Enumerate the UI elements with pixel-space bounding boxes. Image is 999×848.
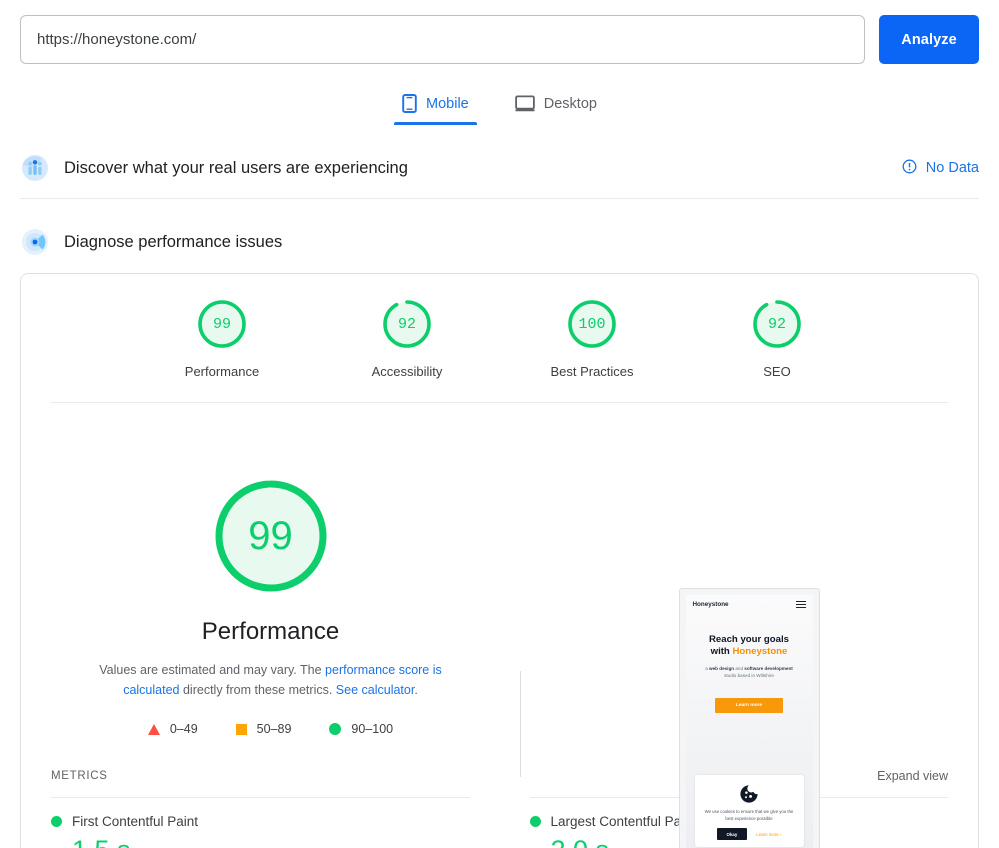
no-data-label: No Data xyxy=(925,160,979,176)
diagnose-icon xyxy=(20,227,50,257)
performance-heading: Performance xyxy=(201,618,340,645)
expand-view-toggle[interactable]: Expand view xyxy=(877,769,948,783)
thumb-cookie-accept: Okay xyxy=(716,828,748,840)
legend-range-good: 90–100 xyxy=(351,722,394,736)
metrics-grid: First Contentful Paint 1.5 s Largest Con… xyxy=(21,797,978,848)
results-card: 99 Performance 92 Accessibility 100 Best… xyxy=(20,273,979,848)
lab-data-section-header: Diagnose performance issues xyxy=(20,220,979,264)
see-calculator-link[interactable]: See calculator. xyxy=(336,683,418,697)
square-icon xyxy=(235,723,247,735)
screenshot-panel: Honeystone Reach your goals with Honeyst… xyxy=(520,403,978,848)
circle-icon xyxy=(329,723,342,735)
score-performance-value: 99 xyxy=(212,315,231,333)
hamburger-menu-icon xyxy=(795,601,806,609)
tab-mobile-label: Mobile xyxy=(426,95,469,112)
metric-name-fcp: First Contentful Paint xyxy=(72,814,199,829)
performance-summary: 99 Performance Values are estimated and … xyxy=(21,403,520,763)
no-data-status[interactable]: No Data xyxy=(902,159,979,178)
thumb-headline-line1: Reach your goals xyxy=(709,634,789,646)
gauge-best-practices: 100 xyxy=(564,296,620,352)
score-accessibility-value: 92 xyxy=(397,315,416,333)
status-dot-good-icon xyxy=(51,816,62,827)
score-seo-label: SEO xyxy=(763,364,791,379)
score-legend: 0–49 50–89 90–100 xyxy=(147,722,393,736)
metrics-header: METRICS Expand view xyxy=(21,769,978,783)
thumb-cookie-learn-more: Learn more › xyxy=(756,831,782,837)
info-circle-icon xyxy=(902,159,917,178)
mobile-phone-icon xyxy=(402,94,417,113)
thumb-cookie-banner: We use cookies to ensure that we give yo… xyxy=(694,775,804,847)
score-performance[interactable]: 99 Performance xyxy=(162,296,282,379)
thumb-cookie-text: We use cookies to ensure that we give yo… xyxy=(704,809,794,821)
score-seo[interactable]: 92 SEO xyxy=(717,296,837,379)
score-best-practices[interactable]: 100 Best Practices xyxy=(532,296,652,379)
metric-value-fcp: 1.5 s xyxy=(72,835,470,848)
section-divider xyxy=(20,198,979,199)
performance-score-value: 99 xyxy=(248,513,293,558)
thumb-sub-d: software development xyxy=(744,666,793,672)
legend-item-good: 90–100 xyxy=(329,722,393,736)
thumb-sub-b: web design xyxy=(709,666,735,672)
legend-range-poor: 0–49 xyxy=(169,722,198,736)
tab-mobile[interactable]: Mobile xyxy=(394,88,477,125)
metrics-label: METRICS xyxy=(51,770,108,782)
device-tabs: Mobile Desktop xyxy=(0,88,999,125)
thumb-cta-button: Learn more xyxy=(715,698,783,714)
cookie-icon xyxy=(740,785,758,803)
thumb-headline-line2a: with xyxy=(710,646,733,658)
desc-part-2: directly from these metrics. xyxy=(179,683,336,697)
performance-hero: 99 Performance Values are estimated and … xyxy=(21,403,978,848)
thumb-sub-c: and xyxy=(734,666,745,672)
thumb-headline-line2b: Honeystone xyxy=(732,646,788,658)
hero-vertical-divider xyxy=(520,671,521,777)
url-analyze-bar: Analyze xyxy=(20,15,979,64)
desc-part-1: Values are estimated and may vary. The xyxy=(99,663,326,677)
performance-description: Values are estimated and may vary. The p… xyxy=(71,660,471,700)
thumb-headline: Reach your goals with Honeystone xyxy=(686,634,813,658)
score-accessibility-label: Accessibility xyxy=(371,364,443,379)
metric-name-lcp: Largest Contentful Paint xyxy=(550,814,696,829)
gauge-performance: 99 xyxy=(194,296,250,352)
legend-item-poor: 0–49 xyxy=(147,722,198,736)
gauge-performance-large: 99 xyxy=(211,476,331,596)
gauge-seo: 92 xyxy=(749,296,805,352)
triangle-icon xyxy=(147,723,160,735)
tab-desktop[interactable]: Desktop xyxy=(507,88,605,125)
tab-desktop-label: Desktop xyxy=(543,95,597,112)
pagespeed-insights-page: Analyze Mobile Desktop xyxy=(0,0,999,848)
url-input[interactable] xyxy=(20,15,865,64)
score-seo-value: 92 xyxy=(767,315,786,333)
thumb-subheading: a web design and software development st… xyxy=(686,665,813,679)
page-screenshot-thumbnail[interactable]: Honeystone Reach your goals with Honeyst… xyxy=(678,588,820,848)
real-users-icon xyxy=(20,153,50,183)
lab-data-title: Diagnose performance issues xyxy=(64,232,283,251)
score-performance-label: Performance xyxy=(184,364,260,379)
thumb-brand: Honeystone xyxy=(692,601,729,609)
category-scores: 99 Performance 92 Accessibility 100 Best… xyxy=(21,274,978,379)
analyze-button[interactable]: Analyze xyxy=(879,15,979,64)
desktop-monitor-icon xyxy=(514,94,535,113)
score-accessibility[interactable]: 92 Accessibility xyxy=(347,296,467,379)
score-best-practices-label: Best Practices xyxy=(550,364,634,379)
legend-range-average: 50–89 xyxy=(256,722,292,736)
status-dot-good-icon xyxy=(529,816,541,827)
score-best-practices-value: 100 xyxy=(578,315,606,333)
field-data-section-header: Discover what your real users are experi… xyxy=(20,146,979,190)
thumb-sub-e: studio based in Wiltshire xyxy=(724,673,774,679)
legend-item-average: 50–89 xyxy=(235,722,292,736)
metric-first-contentful-paint[interactable]: First Contentful Paint 1.5 s xyxy=(51,797,500,848)
field-data-title: Discover what your real users are experi… xyxy=(64,158,408,177)
gauge-accessibility: 92 xyxy=(379,296,435,352)
